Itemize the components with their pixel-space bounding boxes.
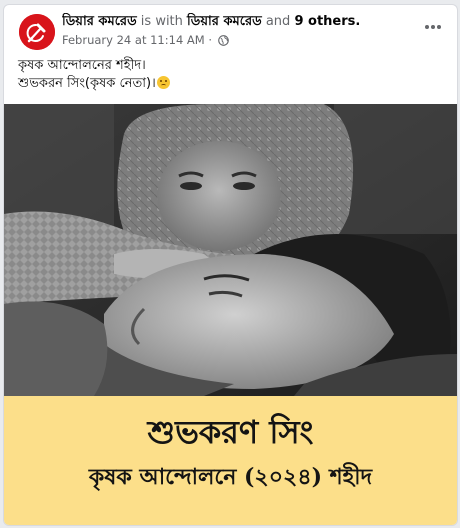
globe-icon[interactable] (217, 34, 229, 50)
meta-separator: · (208, 33, 213, 47)
page-avatar[interactable] (19, 14, 55, 50)
is-with-text: is with (140, 14, 183, 29)
author-name-link[interactable]: ডিয়ার কমরেড (62, 14, 137, 29)
post-timestamp[interactable]: February 24 at 11:14 AM (62, 33, 205, 47)
caption-line-2-wrap: শুভকরন সিং(কৃষক নেতা)। (18, 75, 443, 93)
banner-name: শুভকরণ সিং (147, 413, 314, 451)
more-options-button[interactable] (419, 15, 447, 39)
facebook-post: ডিয়ার কমরেড is with ডিয়ার কমরেড and 9 … (3, 4, 458, 526)
others-link[interactable]: 9 others. (294, 14, 360, 29)
post-author-line: ডিয়ার কমরেড is with ডিয়ার কমরেড and 9 … (62, 13, 411, 31)
caption-line-2: শুভকরন সিং(কৃষক নেতা)। (18, 76, 156, 91)
and-text: and (265, 14, 291, 29)
post-header-text: ডিয়ার কমরেড is with ডিয়ার কমরেড and 9 … (62, 13, 411, 50)
more-horizontal-icon (425, 25, 441, 29)
post-photo[interactable] (4, 104, 457, 396)
tagged-page-link[interactable]: ডিয়ার কমরেড (187, 14, 262, 29)
post-header: ডিয়ার কমরেড is with ডিয়ার কমরেড and 9 … (4, 5, 457, 55)
banner-subtitle: কৃষক আন্দোলনে (২০২৪) শহীদ (88, 464, 373, 490)
post-caption: কৃষক আন্দোলনের শহীদ। শুভকরন সিং(কৃষক নেত… (4, 55, 457, 103)
hammer-sickle-icon (19, 14, 55, 50)
caption-line-1: কৃষক আন্দোলনের শহীদ। (18, 58, 146, 73)
post-meta-line: February 24 at 11:14 AM · (62, 32, 411, 50)
mourning-photo (4, 104, 457, 396)
crying-face-emoji (156, 76, 170, 89)
image-banner: শুভকরণ সিং কৃষক আন্দোলনে (২০২৪) শহীদ (4, 396, 457, 525)
